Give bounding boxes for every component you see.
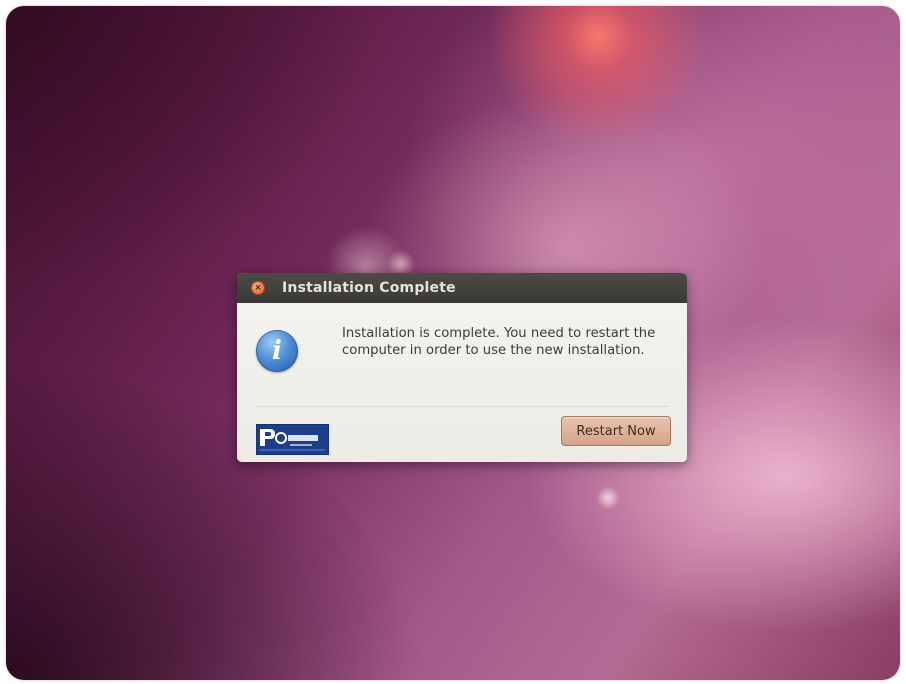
dialog-titlebar[interactable]: × Installation Complete xyxy=(237,273,687,303)
screenshot-frame: × Installation Complete i Installation i… xyxy=(6,6,900,680)
installation-complete-dialog: × Installation Complete i Installation i… xyxy=(237,273,687,462)
dialog-title: Installation Complete xyxy=(282,280,456,296)
close-icon[interactable]: × xyxy=(251,281,265,295)
dialog-message: Installation is complete. You need to re… xyxy=(342,326,656,358)
dialog-body: i Installation is complete. You need to … xyxy=(237,303,687,462)
info-icon: i xyxy=(256,330,298,372)
restart-now-button[interactable]: Restart Now xyxy=(561,416,671,446)
dialog-separator xyxy=(255,406,669,407)
watermark-logo xyxy=(256,424,329,455)
